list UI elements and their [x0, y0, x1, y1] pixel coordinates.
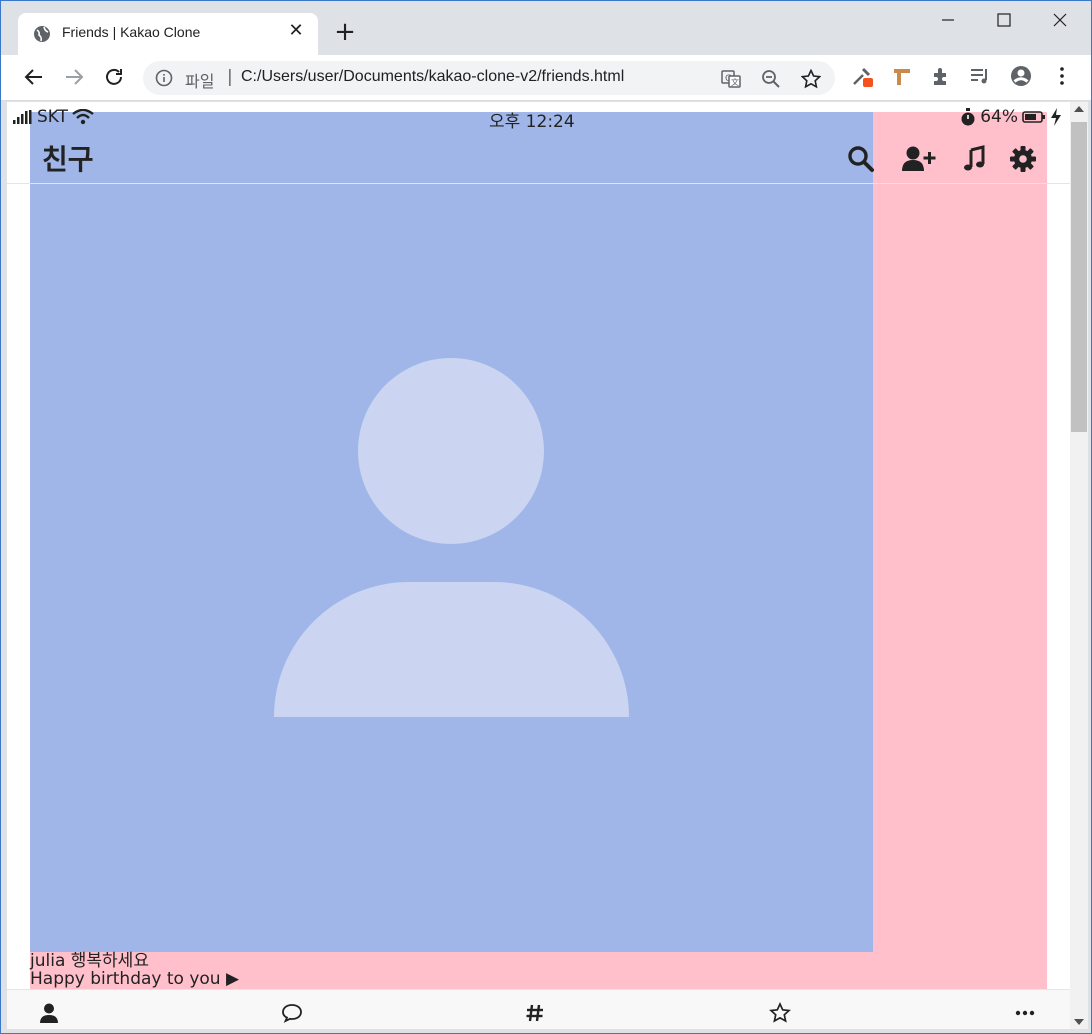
- tab-close-icon[interactable]: ✕: [286, 21, 306, 41]
- zoom-out-icon[interactable]: [761, 69, 781, 89]
- page-title: 친구: [42, 143, 94, 176]
- carrier-label: SKT: [37, 107, 69, 127]
- globe-icon: [34, 26, 50, 42]
- scrollbar-thumb[interactable]: [1071, 122, 1087, 432]
- wifi-icon: [72, 109, 94, 125]
- caption-line-1: julia 행복하세요: [30, 951, 149, 971]
- reload-icon[interactable]: [102, 65, 126, 89]
- forward-icon[interactable]: [62, 65, 86, 89]
- person-icon[interactable]: [38, 1002, 60, 1024]
- avatar-head: [358, 358, 544, 544]
- search-icon[interactable]: [846, 144, 876, 174]
- battery-percent: 64%: [980, 107, 1018, 127]
- avatar-body: [274, 582, 629, 717]
- music-icon[interactable]: [960, 144, 990, 174]
- phone-status-bar: SKT 오후 12:24 64%: [7, 104, 1070, 132]
- scroll-up-arrow-icon[interactable]: [1074, 106, 1084, 112]
- translate-icon[interactable]: G 文: [721, 69, 741, 89]
- profile-avatar-icon[interactable]: [1010, 65, 1032, 87]
- browser-toolbar: 파일 | C:/Users/user/Documents/kakao-clone…: [1, 55, 1091, 101]
- media-control-icon[interactable]: [969, 65, 991, 87]
- add-friend-icon[interactable]: [902, 144, 936, 174]
- ruler-extension-icon[interactable]: [891, 65, 913, 87]
- more-icon[interactable]: [1014, 1002, 1036, 1024]
- tab-title: Friends | Kakao Clone: [62, 24, 201, 40]
- bottom-tab-bar: [7, 989, 1070, 1029]
- battery-icon: [1022, 111, 1045, 123]
- new-tab-button[interactable]: +: [331, 19, 359, 47]
- eyedropper-extension-icon[interactable]: [851, 65, 873, 87]
- hashtag-icon[interactable]: [524, 1002, 546, 1024]
- profile-photo[interactable]: [30, 112, 873, 952]
- address-separator: |: [227, 67, 233, 87]
- minimize-icon[interactable]: [925, 5, 971, 35]
- star-icon[interactable]: [769, 1002, 791, 1024]
- browser-window: Friends | Kakao Clone ✕ + 파일 | C:/Users/…: [0, 0, 1092, 1034]
- screen-header: 친구: [7, 128, 1070, 184]
- caption-line-2: Happy birthday to you ▶: [30, 969, 240, 989]
- back-icon[interactable]: [22, 65, 46, 89]
- tab-strip: Friends | Kakao Clone ✕ +: [1, 1, 1091, 55]
- scroll-down-arrow-icon[interactable]: [1074, 1019, 1084, 1025]
- post-caption: julia 행복하세요 Happy birthday to you ▶: [30, 952, 239, 988]
- page-viewport: SKT 오후 12:24 64% 친구 julia 행복하세요 Happy bi…: [7, 102, 1070, 1029]
- settings-icon[interactable]: [1008, 144, 1038, 174]
- maximize-icon[interactable]: [981, 5, 1027, 35]
- scheme-label: 파일: [185, 74, 215, 91]
- bookmark-star-icon[interactable]: [801, 69, 821, 89]
- charging-bolt-icon: [1051, 108, 1061, 126]
- address-bar[interactable]: 파일 | C:/Users/user/Documents/kakao-clone…: [143, 61, 835, 95]
- browser-tab[interactable]: Friends | Kakao Clone ✕: [18, 13, 318, 55]
- signal-icon: [13, 110, 32, 124]
- close-window-icon[interactable]: [1037, 5, 1083, 35]
- page-scrollbar[interactable]: [1070, 102, 1088, 1029]
- browser-menu-icon[interactable]: [1051, 65, 1073, 87]
- stopwatch-icon: [961, 108, 975, 126]
- svg-text:文: 文: [731, 77, 739, 87]
- extensions-icon[interactable]: [930, 65, 952, 87]
- url-text[interactable]: C:/Users/user/Documents/kakao-clone-v2/f…: [241, 68, 624, 86]
- info-icon[interactable]: [155, 69, 173, 87]
- chat-icon[interactable]: [281, 1002, 303, 1024]
